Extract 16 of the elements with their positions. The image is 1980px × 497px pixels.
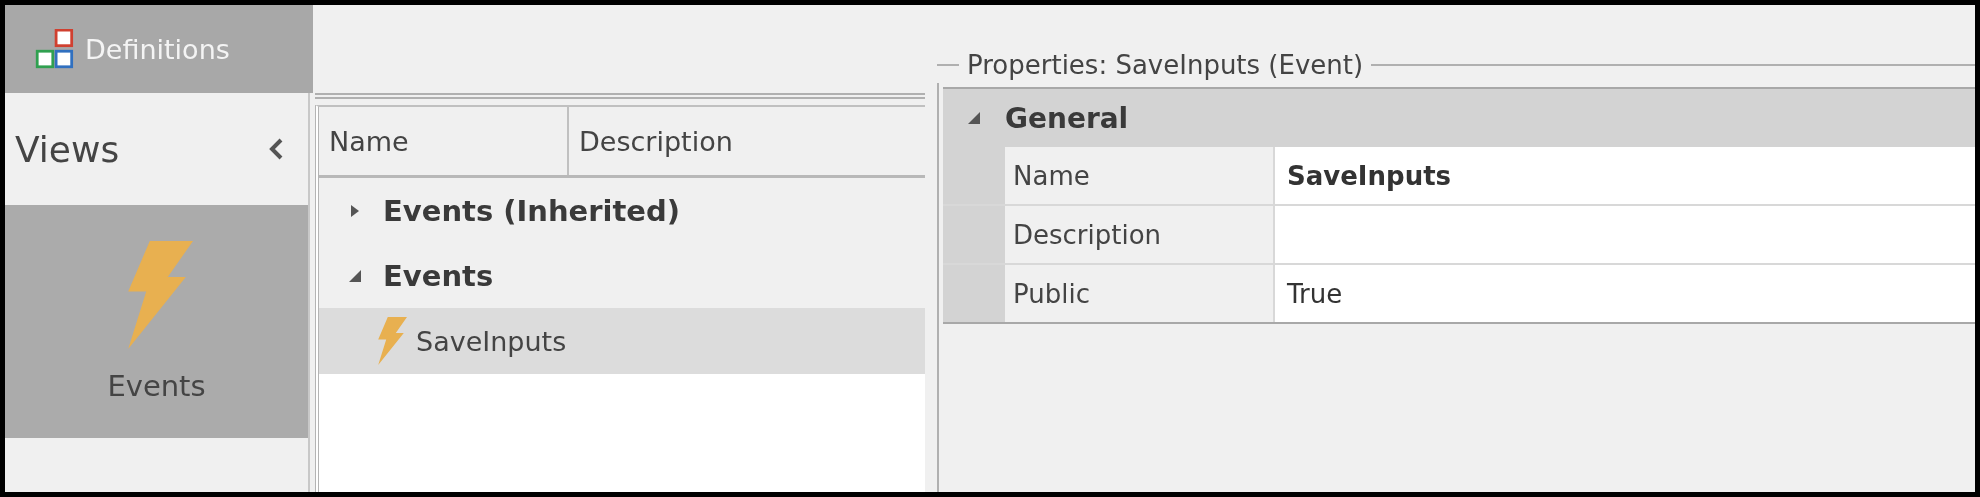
column-header[interactable]: Description — [569, 107, 925, 175]
column-header[interactable]: Name — [319, 107, 569, 175]
squares-icon — [35, 29, 75, 69]
group-label: Events (Inherited) — [383, 193, 681, 228]
view-item[interactable]: Events — [5, 205, 308, 438]
collapse-arrow-icon[interactable] — [968, 111, 980, 125]
properties-title: Properties: SaveInputs (Event) — [967, 50, 1364, 80]
property-value[interactable]: SaveInputs — [1275, 147, 1975, 204]
category-label: General — [1005, 101, 1129, 135]
tree-row[interactable]: SaveInputs — [319, 308, 925, 374]
collapse-arrow-icon[interactable] — [349, 268, 361, 283]
property-value[interactable]: True — [1275, 265, 1975, 322]
expand-arrow-icon[interactable] — [349, 203, 361, 218]
group-label: Events — [383, 258, 494, 293]
collapse-chevron-icon[interactable] — [268, 137, 284, 161]
views-title: Views — [15, 128, 120, 170]
